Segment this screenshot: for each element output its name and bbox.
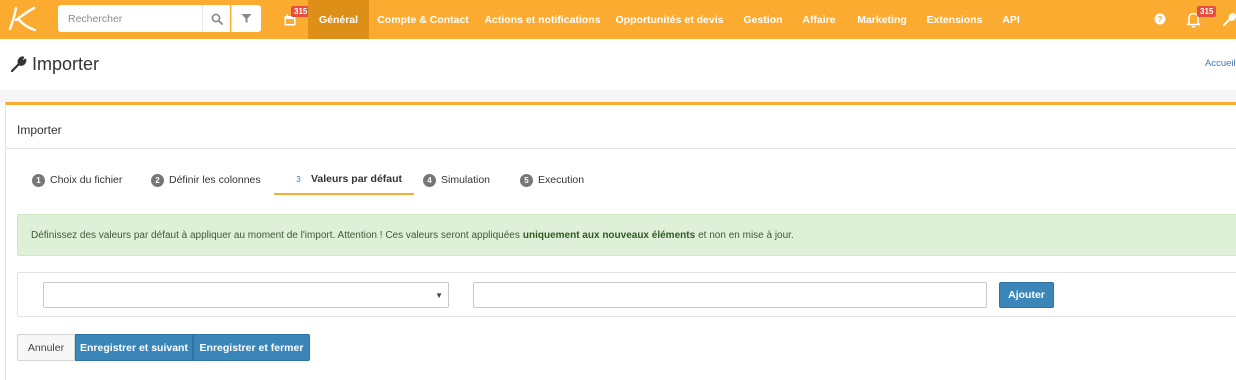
page-divider: [0, 90, 1236, 102]
panel-title: Importer: [17, 123, 62, 137]
nav-marketing[interactable]: Marketing: [852, 0, 912, 39]
nav-actions-notifications[interactable]: Actions et notifications: [481, 0, 604, 39]
notifications-badge: 315: [1197, 6, 1217, 17]
default-value-input[interactable]: [473, 282, 987, 308]
step-number: 3: [296, 174, 301, 184]
tab-step-5[interactable]: 5 Execution: [520, 165, 584, 195]
search-button[interactable]: [202, 5, 230, 32]
step-label: Définir les colonnes: [169, 174, 261, 186]
filter-icon: [241, 14, 252, 23]
save-next-button[interactable]: Enregistrer et suivant: [75, 334, 193, 361]
k-logo-icon[interactable]: [4, 5, 38, 33]
page-header: Importer: [10, 52, 99, 76]
alert-emphasis: uniquement aux nouveaux éléments: [522, 229, 696, 241]
tab-step-2[interactable]: 2 Définir les colonnes: [151, 165, 261, 195]
dropdown-arrow-icon: ▼: [435, 291, 443, 300]
breadcrumb-home-link[interactable]: Accueil: [1205, 58, 1236, 69]
alert-text: Définissez des valeurs par défaut à appl…: [31, 229, 520, 241]
search-icon: [211, 13, 223, 25]
nav-opportunites-devis[interactable]: Opportunités et devis: [612, 0, 727, 39]
panel-separator: [6, 148, 1236, 149]
nav-compte-contact[interactable]: Compte & Contact: [373, 0, 473, 39]
info-alert: Définissez des valeurs par défaut à appl…: [17, 214, 1236, 256]
field-select[interactable]: ▼: [43, 282, 449, 308]
wrench-icon: [1223, 12, 1236, 26]
import-panel: Importer 1 Choix du fichier 2 Définir le…: [5, 102, 1236, 380]
save-close-button[interactable]: Enregistrer et fermer: [193, 334, 310, 361]
tab-step-1[interactable]: 1 Choix du fichier: [32, 165, 122, 195]
page-title: Importer: [32, 53, 100, 74]
step-label: Execution: [538, 174, 585, 186]
nav-affaire[interactable]: Affaire: [797, 0, 841, 39]
step-number: 4: [423, 173, 436, 187]
add-button[interactable]: Ajouter: [999, 282, 1054, 308]
top-navbar: 315 Général Compte & Contact Actions et …: [0, 0, 1236, 39]
nav-api[interactable]: API: [998, 0, 1024, 39]
step-label: Simulation: [441, 174, 491, 186]
tab-step-3[interactable]: 3 Valeurs par défaut: [274, 165, 415, 195]
help-button[interactable]: ?: [1152, 11, 1168, 27]
step-label: Choix du fichier: [50, 174, 123, 186]
svg-text:?: ?: [1158, 15, 1163, 24]
search-box: [58, 5, 202, 32]
nav-gestion[interactable]: Gestion: [738, 0, 788, 39]
cancel-button[interactable]: Annuler: [17, 334, 75, 361]
step-number: 2: [151, 173, 164, 187]
nav-extensions[interactable]: Extensions: [923, 0, 986, 39]
calendar-button[interactable]: 315: [273, 0, 311, 39]
alert-text-end: et non en mise à jour.: [698, 229, 794, 241]
step-number: 5: [520, 173, 533, 187]
nav-general[interactable]: Général: [308, 0, 369, 39]
step-label: Valeurs par défaut: [311, 173, 403, 185]
filter-button[interactable]: [231, 5, 261, 32]
default-value-form: ▼ Ajouter: [17, 272, 1236, 317]
help-icon: ?: [1154, 13, 1166, 25]
settings-button[interactable]: [1222, 11, 1236, 27]
search-input[interactable]: [58, 5, 202, 32]
tab-step-4[interactable]: 4 Simulation: [423, 165, 490, 195]
step-number: 1: [32, 173, 45, 187]
wrench-icon: [10, 56, 27, 73]
